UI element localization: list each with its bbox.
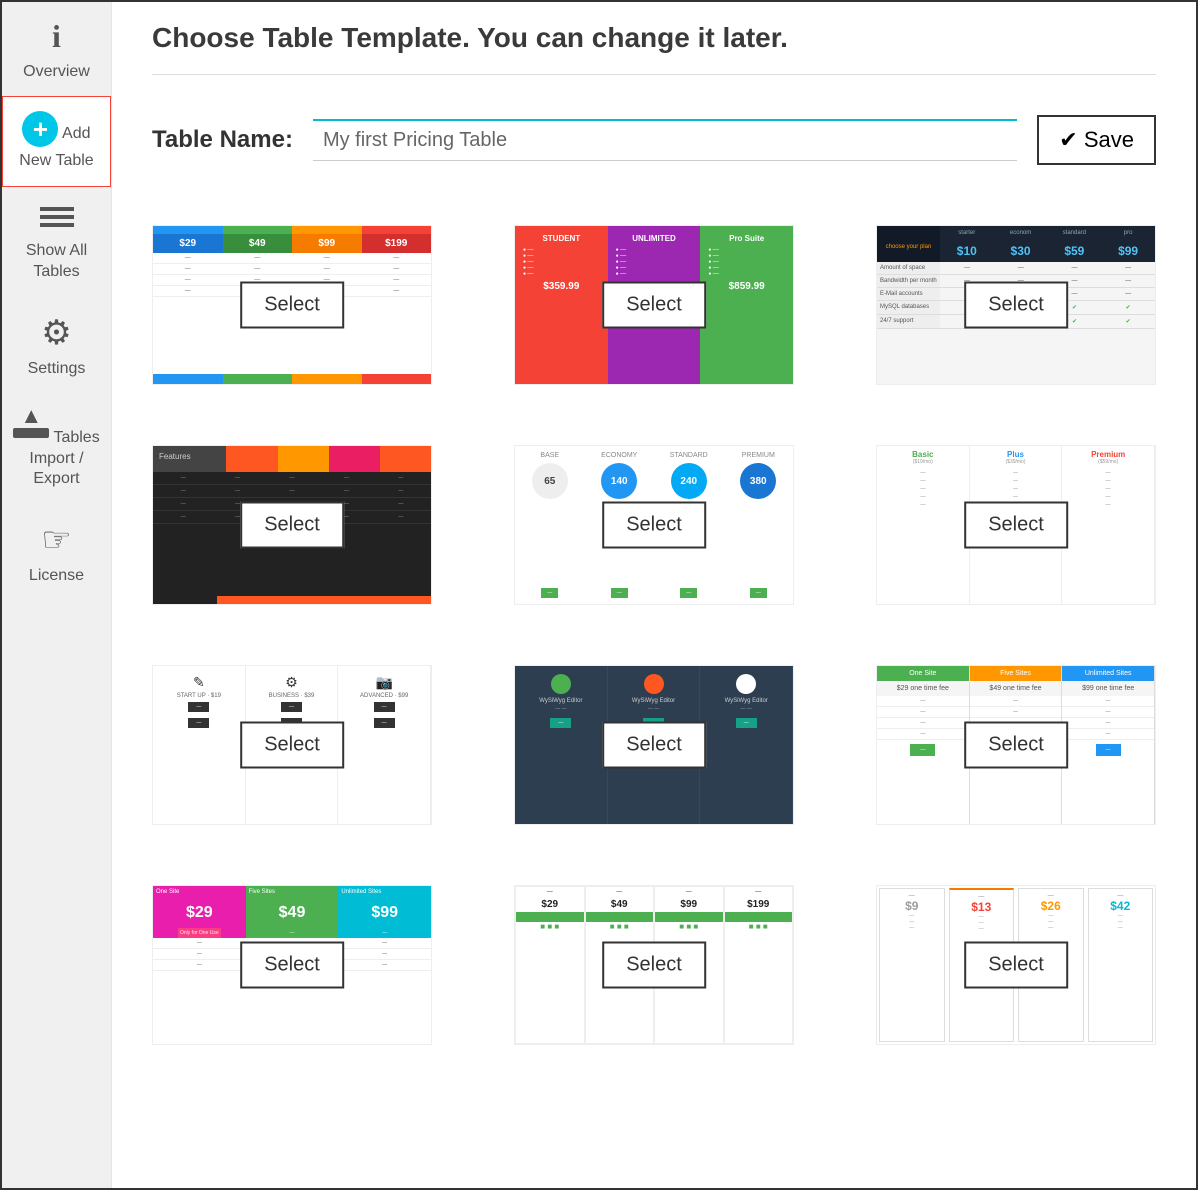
- page-title: Choose Table Template. You can change it…: [152, 22, 1156, 54]
- sidebar-item-label: Overview: [23, 63, 90, 80]
- select-button[interactable]: Select: [240, 942, 344, 989]
- sidebar-item-add-new-table[interactable]: + Add New Table: [2, 96, 111, 187]
- sidebar-item-import-export[interactable]: Tables Import / Export: [2, 394, 111, 504]
- pencil-icon: ✎: [193, 674, 205, 691]
- info-icon: i: [6, 16, 107, 58]
- select-button[interactable]: Select: [602, 282, 706, 329]
- template-card[interactable]: —$9——— —$13——— —$26——— —$42——— Select: [876, 885, 1156, 1045]
- sidebar-item-license[interactable]: ☞ License: [2, 504, 111, 601]
- template-card[interactable]: BASE65— ECONOMY140— STANDARD240— PREMIUM…: [514, 445, 794, 605]
- table-name-input[interactable]: [313, 119, 1017, 161]
- table-name-label: Table Name:: [152, 126, 293, 154]
- main-content: Choose Table Template. You can change it…: [112, 2, 1196, 1188]
- sidebar-item-label: License: [29, 567, 84, 584]
- template-card[interactable]: $29———— $49———— $99———— $199———— Select: [152, 225, 432, 385]
- select-button[interactable]: Select: [964, 282, 1068, 329]
- sidebar-item-label: Show All Tables: [26, 242, 87, 280]
- select-button[interactable]: Select: [964, 722, 1068, 769]
- template-card[interactable]: One Site$29Only for One Use——— Five Site…: [152, 885, 432, 1045]
- gear-icon: ⚙: [285, 674, 298, 691]
- select-button[interactable]: Select: [240, 282, 344, 329]
- save-button[interactable]: ✔ Save: [1037, 115, 1156, 165]
- template-grid: $29———— $49———— $99———— $199———— Select …: [152, 225, 1156, 1045]
- list-icon: [6, 207, 107, 237]
- select-button[interactable]: Select: [602, 502, 706, 549]
- check-circle-icon: [551, 674, 571, 694]
- select-button[interactable]: Select: [240, 502, 344, 549]
- check-icon: ✔: [1059, 127, 1077, 152]
- sidebar-item-show-all-tables[interactable]: Show All Tables: [2, 187, 111, 297]
- template-card[interactable]: WySiWyg Editor— —— WySiWyg Editor— —— Wy…: [514, 665, 794, 825]
- template-card[interactable]: ✎START UP · $19—— ⚙BUSINESS · $39—— 📷ADV…: [152, 665, 432, 825]
- sidebar-item-label: Settings: [28, 360, 86, 377]
- template-card[interactable]: startereconomstandardpro choose your pla…: [876, 225, 1156, 385]
- divider: [152, 74, 1156, 75]
- hand-pointer-icon: ☞: [6, 518, 107, 562]
- select-button[interactable]: Select: [964, 942, 1068, 989]
- select-button[interactable]: Select: [240, 722, 344, 769]
- upload-icon: [13, 408, 49, 438]
- shield-icon: [644, 674, 664, 694]
- template-card[interactable]: Features ———————————————————— Select: [152, 445, 432, 605]
- table-name-row: Table Name: ✔ Save: [152, 115, 1156, 165]
- select-button[interactable]: Select: [602, 722, 706, 769]
- cloud-icon: [736, 674, 756, 694]
- template-card[interactable]: —$29■ ■ ■ —$49■ ■ ■ —$99■ ■ ■ —$199■ ■ ■…: [514, 885, 794, 1045]
- plus-circle-icon: +: [22, 111, 58, 147]
- select-button[interactable]: Select: [602, 942, 706, 989]
- sidebar-item-settings[interactable]: ⚙ Settings: [2, 297, 111, 394]
- sidebar: i Overview + Add New Table Show All Tabl…: [2, 2, 112, 1188]
- save-button-label: Save: [1084, 127, 1134, 152]
- gear-icon: ⚙: [6, 311, 107, 355]
- template-card[interactable]: STUDENT—————$359.99 UNLIMITED—————$659.9…: [514, 225, 794, 385]
- template-card[interactable]: Basic($19/mo)————— Plus($39/mo)————— Pre…: [876, 445, 1156, 605]
- select-button[interactable]: Select: [964, 502, 1068, 549]
- camera-icon: 📷: [375, 674, 392, 691]
- sidebar-item-overview[interactable]: i Overview: [2, 2, 111, 96]
- template-card[interactable]: One Site$29 one time fee————— Five Sites…: [876, 665, 1156, 825]
